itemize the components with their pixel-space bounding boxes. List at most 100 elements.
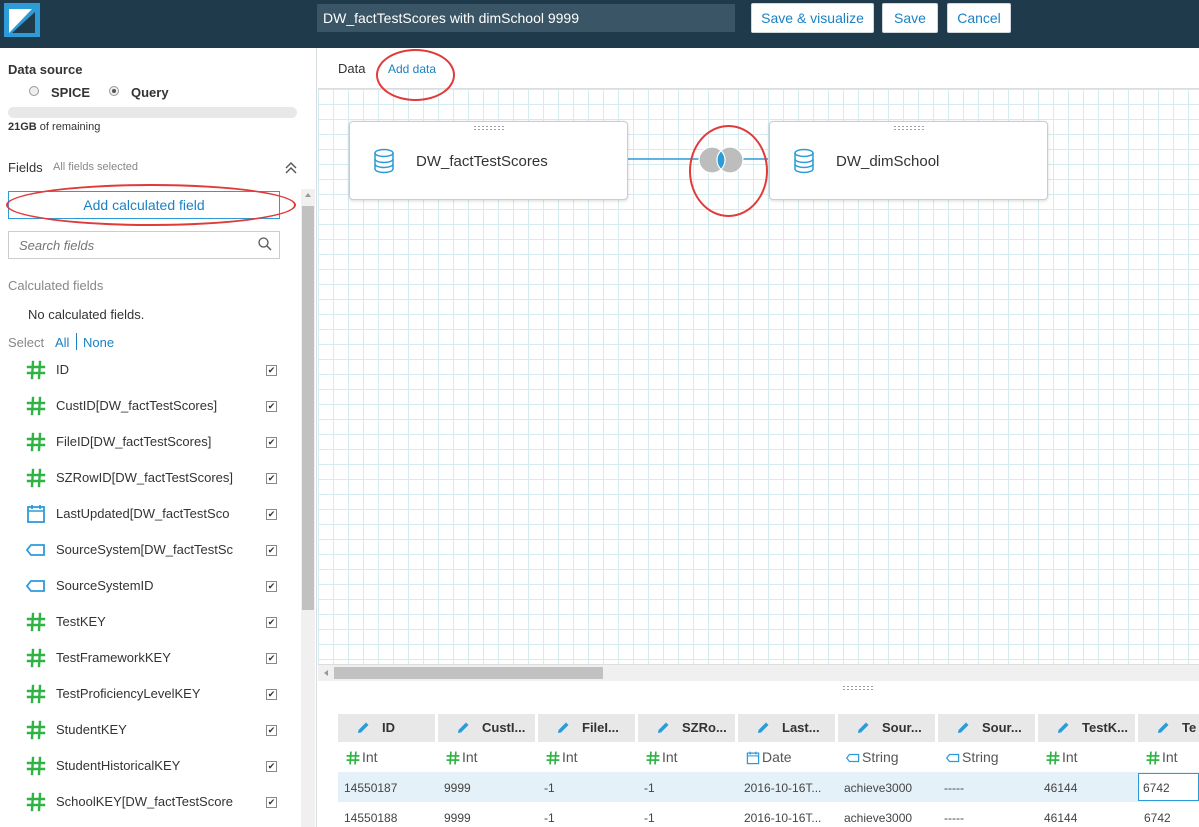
table-cell[interactable]: -1 [544, 811, 555, 825]
field-checkbox[interactable]: ✔ [266, 545, 277, 556]
query-radio[interactable] [109, 86, 119, 96]
field-checkbox[interactable]: ✔ [266, 617, 277, 628]
field-checkbox[interactable]: ✔ [266, 725, 277, 736]
add-data-link[interactable]: Add data [388, 62, 436, 76]
field-row[interactable]: SourceSystemID ✔ [0, 567, 300, 603]
field-checkbox[interactable]: ✔ [266, 761, 277, 772]
field-row[interactable]: TestProficiencyLevelKEY ✔ [0, 675, 300, 711]
column-header[interactable]: CustI... [438, 714, 535, 742]
field-checkbox[interactable]: ✔ [266, 365, 277, 376]
join-canvas[interactable]: DW_factTestScores DW_dimSchool [318, 89, 1199, 664]
field-checkbox[interactable]: ✔ [266, 401, 277, 412]
drag-handle-icon[interactable] [892, 125, 925, 131]
column-type[interactable]: String [842, 748, 939, 768]
add-calculated-field-button[interactable]: Add calculated field [8, 191, 280, 219]
column-type[interactable]: String [942, 748, 1039, 768]
column-header[interactable]: FileI... [538, 714, 635, 742]
field-checkbox[interactable]: ✔ [266, 581, 277, 592]
field-row[interactable]: TestKEY ✔ [0, 603, 300, 639]
cancel-button[interactable]: Cancel [947, 3, 1011, 33]
table-cell[interactable]: 9999 [444, 811, 471, 825]
table-cell[interactable]: 2016-10-16T... [744, 811, 821, 825]
table-cell[interactable]: 46144 [1044, 811, 1077, 825]
scroll-up-icon[interactable] [304, 191, 312, 199]
table-cell[interactable]: ----- [944, 811, 964, 825]
column-type[interactable]: Int [642, 748, 739, 768]
field-row[interactable]: StudentHistoricalKEY ✔ [0, 747, 300, 783]
pencil-icon[interactable] [755, 720, 771, 736]
field-checkbox[interactable]: ✔ [266, 689, 277, 700]
column-header[interactable]: SZRo... [638, 714, 735, 742]
canvas-hscrollbar[interactable] [318, 664, 1199, 681]
table-cell[interactable]: 14550188 [344, 811, 397, 825]
save-button[interactable]: Save [882, 3, 938, 33]
field-row[interactable]: LastUpdated[DW_factTestSco ✔ [0, 495, 300, 531]
table-cell[interactable]: ----- [944, 781, 964, 795]
table-cell[interactable]: 9999 [444, 781, 471, 795]
column-type[interactable]: Int [342, 748, 439, 768]
field-row[interactable]: CustID[DW_factTestScores] ✔ [0, 387, 300, 423]
table-cell[interactable]: achieve3000 [844, 781, 912, 795]
field-label: TestProficiencyLevelKEY [56, 686, 201, 701]
column-header[interactable]: Sour... [938, 714, 1035, 742]
table-cell[interactable]: 2016-10-16T... [744, 781, 821, 795]
column-type[interactable]: Int [1042, 748, 1139, 768]
table-cell[interactable]: achieve3000 [844, 811, 912, 825]
dataset-title-input[interactable] [317, 4, 735, 32]
table-cell[interactable]: 14550187 [344, 781, 397, 795]
drag-handle-icon[interactable] [472, 125, 505, 131]
search-fields-input[interactable] [8, 231, 280, 259]
calendar-icon [26, 504, 46, 524]
quicksight-logo[interactable] [4, 3, 40, 37]
pencil-icon[interactable] [1055, 720, 1071, 736]
table-cell[interactable]: -1 [544, 781, 555, 795]
sidebar-scroll-thumb[interactable] [302, 206, 314, 610]
column-header[interactable]: Last... [738, 714, 835, 742]
field-row[interactable]: FileID[DW_factTestScores] ✔ [0, 423, 300, 459]
table-cell[interactable]: 6742 [1138, 773, 1199, 801]
pencil-icon[interactable] [555, 720, 571, 736]
column-header[interactable]: ID [338, 714, 435, 742]
column-header[interactable]: Sour... [838, 714, 935, 742]
field-checkbox[interactable]: ✔ [266, 437, 277, 448]
field-row[interactable]: StudentKEY ✔ [0, 711, 300, 747]
pencil-icon[interactable] [355, 720, 371, 736]
field-row[interactable]: TestFrameworkKEY ✔ [0, 639, 300, 675]
select-none-link[interactable]: None [83, 335, 114, 350]
left-table-node[interactable]: DW_factTestScores [349, 121, 628, 200]
resize-grip-icon[interactable] [842, 685, 874, 691]
table-cell[interactable]: 6742 [1144, 811, 1171, 825]
column-type[interactable]: Int [442, 748, 539, 768]
pencil-icon[interactable] [955, 720, 971, 736]
inner-join-icon[interactable] [696, 145, 746, 175]
search-icon[interactable] [257, 236, 273, 252]
field-checkbox[interactable]: ✔ [266, 653, 277, 664]
field-row[interactable]: ID ✔ [0, 351, 300, 387]
field-checkbox[interactable]: ✔ [266, 473, 277, 484]
pencil-icon[interactable] [1155, 720, 1171, 736]
table-cell[interactable]: 46144 [1044, 781, 1077, 795]
save-visualize-button[interactable]: Save & visualize [751, 3, 874, 33]
tab-data[interactable]: Data [338, 61, 365, 76]
field-row[interactable]: SourceSystem[DW_factTestSc ✔ [0, 531, 300, 567]
right-table-node[interactable]: DW_dimSchool [769, 121, 1048, 200]
field-row[interactable]: SZRowID[DW_factTestScores] ✔ [0, 459, 300, 495]
table-cell[interactable]: -1 [644, 781, 655, 795]
column-type[interactable]: Date [742, 748, 839, 768]
pencil-icon[interactable] [855, 720, 871, 736]
field-checkbox[interactable]: ✔ [266, 509, 277, 520]
field-row[interactable]: SchoolKEY[DW_factTestScore ✔ [0, 783, 300, 819]
column-type[interactable]: Int [542, 748, 639, 768]
table-cell[interactable]: -1 [644, 811, 655, 825]
column-header[interactable]: Te [1138, 714, 1199, 742]
spice-radio[interactable] [29, 86, 39, 96]
canvas-hscroll-thumb[interactable] [334, 667, 603, 679]
column-header[interactable]: TestK... [1038, 714, 1135, 742]
field-checkbox[interactable]: ✔ [266, 797, 277, 808]
select-all-link[interactable]: All [55, 335, 69, 350]
pencil-icon[interactable] [655, 720, 671, 736]
column-type[interactable]: Int [1142, 748, 1199, 768]
collapse-chevron-icon[interactable] [284, 161, 298, 175]
scroll-left-icon[interactable] [322, 669, 330, 677]
pencil-icon[interactable] [455, 720, 471, 736]
